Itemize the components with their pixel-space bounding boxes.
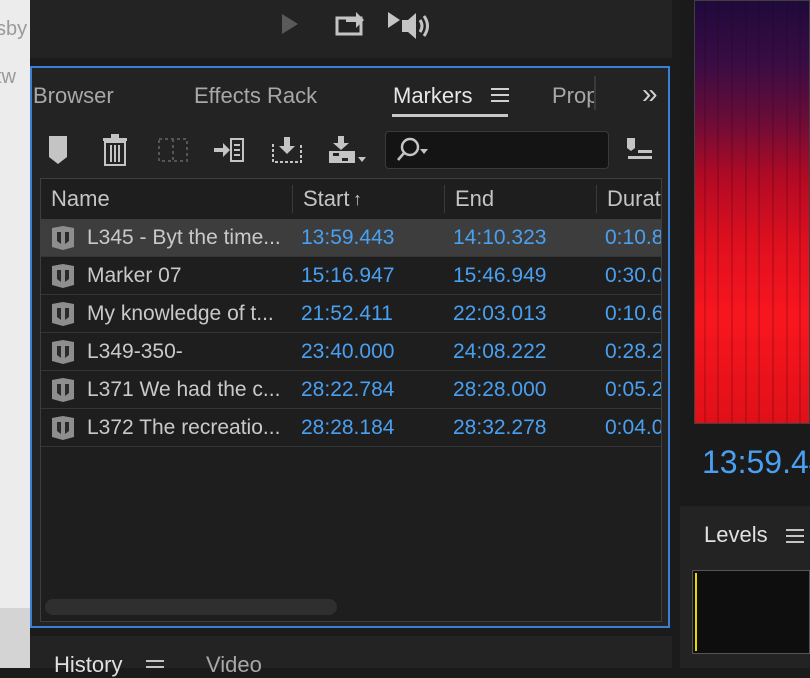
tab-video[interactable]: Video: [206, 652, 262, 678]
marker-name: L371 We had the c...: [87, 378, 281, 401]
table-row[interactable]: L345 - Byt the time... 13:59.443 14:10.323…: [41, 219, 661, 257]
marker-icon[interactable]: [46, 130, 70, 170]
tab-markers[interactable]: Markers: [393, 83, 472, 109]
trash-icon[interactable]: [100, 130, 130, 170]
list-options-icon[interactable]: [624, 130, 654, 170]
transport-bar: [30, 0, 672, 58]
tab-history[interactable]: History: [54, 652, 122, 678]
current-time-display: 13:59.44: [702, 444, 810, 480]
overflow-chevron-icon[interactable]: »: [642, 78, 658, 110]
horizontal-scrollbar[interactable]: [45, 599, 337, 615]
marker-duration[interactable]: 0:28.2: [605, 333, 661, 371]
tab-effects-rack[interactable]: Effects Rack: [194, 83, 317, 109]
marker-end[interactable]: 28:28.000: [453, 371, 593, 409]
marker-start[interactable]: 13:59.443: [301, 219, 441, 257]
marker-duration[interactable]: 0:30.0: [605, 257, 661, 295]
levels-meter: [692, 570, 810, 654]
background-window: sby tw: [0, 0, 30, 608]
marker-icon: [51, 377, 75, 403]
marker-name: L345 - Byt the time...: [87, 226, 281, 249]
table-row[interactable]: L371 We had the c... 28:22.784 28:28.000 0:…: [41, 371, 661, 409]
marker-start[interactable]: 28:28.184: [301, 409, 441, 447]
batch-process-icon[interactable]: [326, 130, 368, 170]
column-header-name[interactable]: Name: [51, 179, 110, 219]
active-tab-indicator: [392, 114, 508, 117]
export-selection-icon[interactable]: [270, 130, 304, 170]
marker-end[interactable]: 15:46.949: [453, 257, 593, 295]
markers-table: Name Start ↑ End Durat L345 - Byt the ti…: [40, 178, 662, 622]
marker-end[interactable]: 24:08.222: [453, 333, 593, 371]
insert-into-playlist-icon[interactable]: [212, 130, 246, 170]
marker-name: L349-350-: [87, 340, 183, 363]
marker-icon: [51, 301, 75, 327]
panel-menu-icon[interactable]: [786, 528, 804, 549]
background-text: sby: [0, 18, 28, 40]
search-field[interactable]: [385, 131, 609, 169]
marker-name: L372 The recreatio...: [87, 416, 281, 439]
marker-end[interactable]: 28:32.278: [453, 409, 593, 447]
marker-end[interactable]: 22:03.013: [453, 295, 593, 333]
table-row[interactable]: L372 The recreatio... 28:28.184 28:32.278 0…: [41, 409, 661, 447]
marker-icon: [51, 263, 75, 289]
marker-name: Marker 07: [87, 264, 182, 287]
merge-markers-icon: [156, 130, 190, 170]
column-divider[interactable]: [596, 185, 597, 213]
skip-selection-icon[interactable]: [386, 10, 432, 47]
play-icon[interactable]: [278, 12, 302, 41]
marker-name: My knowledge of t...: [87, 302, 274, 325]
spectral-display[interactable]: [694, 0, 810, 424]
background-window-edge: [0, 608, 30, 668]
column-header-end[interactable]: End: [455, 179, 494, 219]
markers-panel: Browser Effects Rack Markers Prop » Name…: [30, 66, 670, 628]
search-icon: [396, 137, 432, 168]
background-text: tw: [0, 66, 16, 88]
marker-start[interactable]: 21:52.411: [301, 295, 441, 333]
column-divider[interactable]: [292, 185, 293, 213]
marker-start[interactable]: 28:22.784: [301, 371, 441, 409]
marker-icon: [51, 339, 75, 365]
column-divider[interactable]: [444, 185, 445, 213]
marker-icon: [51, 415, 75, 441]
marker-start[interactable]: 23:40.000: [301, 333, 441, 371]
marker-duration[interactable]: 0:10.8: [605, 219, 661, 257]
table-row[interactable]: My knowledge of t... 21:52.411 22:03.013 0:…: [41, 295, 661, 333]
tab-levels[interactable]: Levels: [704, 522, 768, 548]
marker-duration[interactable]: 0:05.2: [605, 371, 661, 409]
marker-duration[interactable]: 0:10.6: [605, 295, 661, 333]
tab-browser[interactable]: Browser: [33, 83, 114, 109]
panel-menu-icon[interactable]: [490, 86, 510, 109]
marker-duration[interactable]: 0:04.0: [605, 409, 661, 447]
sort-ascending-icon: ↑: [353, 189, 362, 209]
marker-icon: [51, 225, 75, 251]
marker-end[interactable]: 14:10.323: [453, 219, 593, 257]
table-row[interactable]: L349-350- 23:40.000 24:08.222 0:28.2: [41, 333, 661, 371]
tab-properties[interactable]: Prop: [552, 83, 594, 109]
history-panel: History Video: [30, 636, 672, 677]
loop-icon[interactable]: [334, 10, 366, 43]
playhead-marker: [695, 573, 697, 651]
column-header-start[interactable]: Start: [303, 179, 349, 219]
column-header-duration[interactable]: Durat: [607, 179, 661, 219]
tab-divider: [594, 76, 596, 110]
marker-start[interactable]: 15:16.947: [301, 257, 441, 295]
table-row[interactable]: Marker 07 15:16.947 15:46.949 0:30.0: [41, 257, 661, 295]
